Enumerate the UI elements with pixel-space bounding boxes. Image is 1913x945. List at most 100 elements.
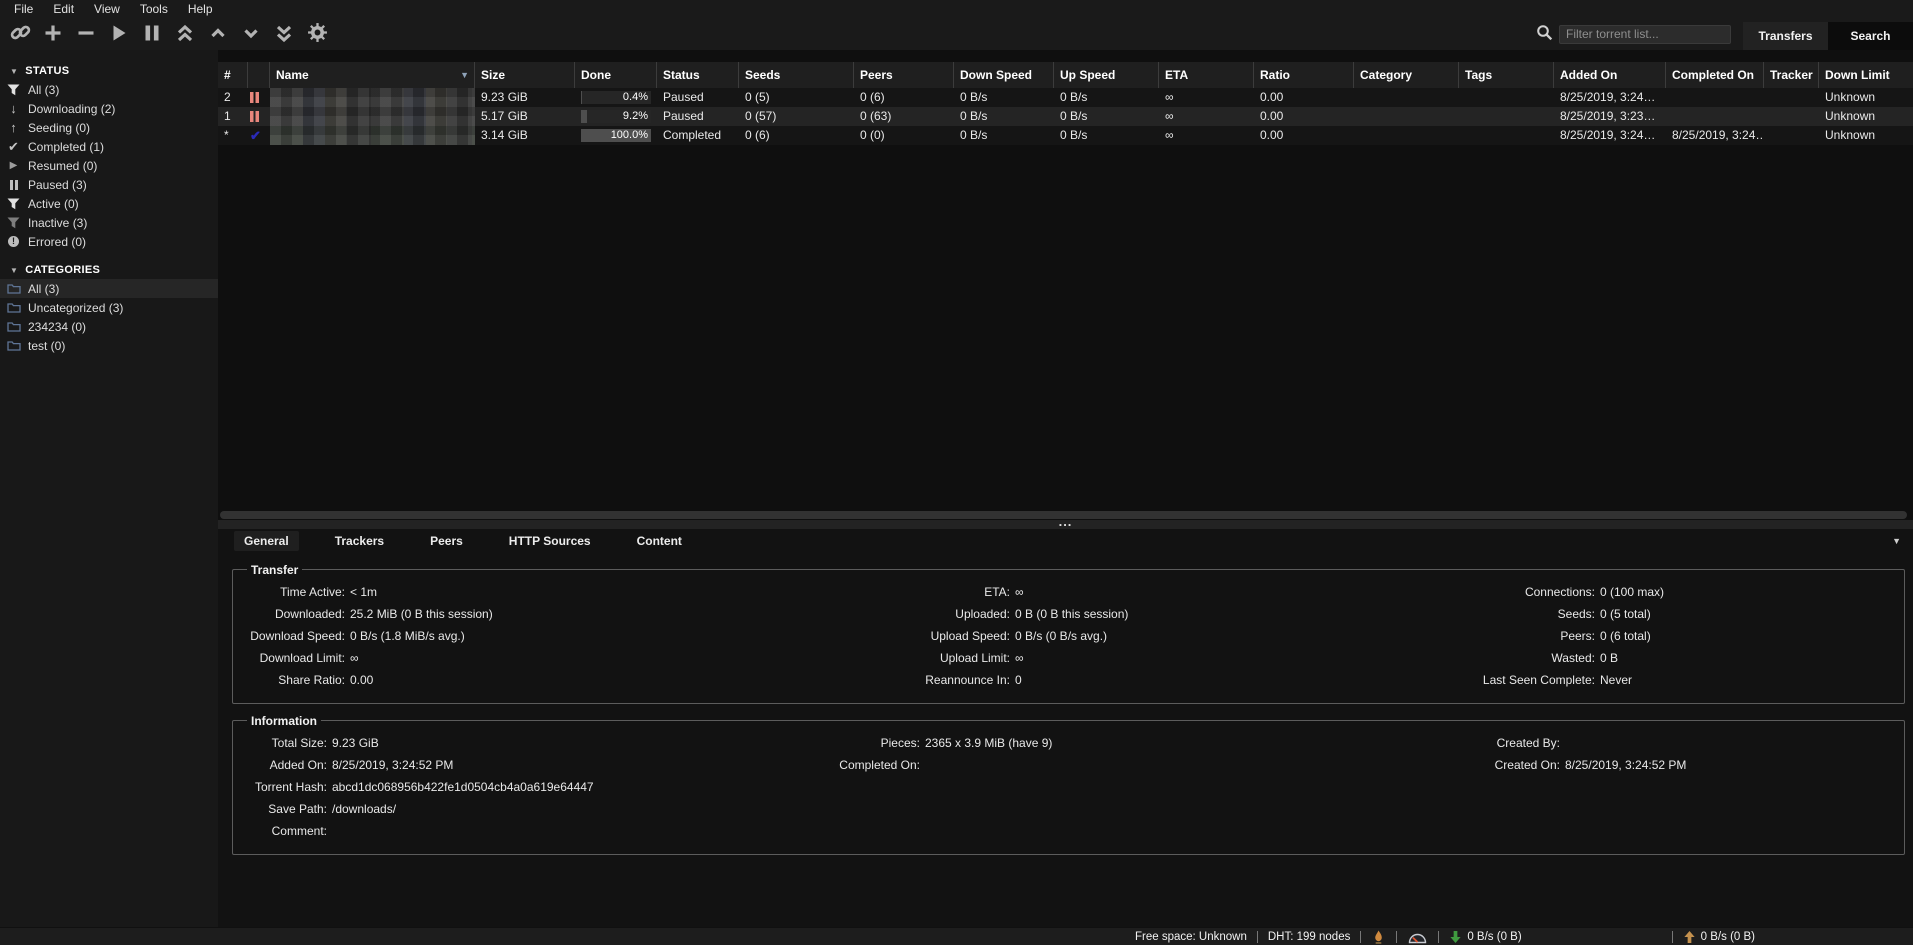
category-234234[interactable]: 234234 (0) bbox=[0, 317, 218, 336]
increase-priority-button[interactable] bbox=[206, 22, 230, 46]
tab-transfers[interactable]: Transfers bbox=[1743, 22, 1828, 50]
menu-help[interactable]: Help bbox=[178, 0, 223, 18]
category-test[interactable]: test (0) bbox=[0, 336, 218, 355]
done-cell: 9.2% bbox=[575, 107, 657, 126]
column-header-down-speed[interactable]: Down Speed bbox=[954, 62, 1054, 88]
pause-icon bbox=[6, 180, 21, 190]
menu-edit[interactable]: Edit bbox=[43, 0, 84, 18]
check-icon: ✔ bbox=[6, 140, 21, 153]
column-header-peers[interactable]: Peers bbox=[854, 62, 954, 88]
gear-icon bbox=[307, 22, 328, 46]
torrent-row[interactable]: * ✔ 3.14 GiB 100.0% Completed 0 (6) 0 (0… bbox=[218, 126, 1913, 145]
folder-icon bbox=[6, 340, 21, 351]
sidebar-item-completed[interactable]: ✔Completed (1) bbox=[0, 137, 218, 156]
torrent-name-cell bbox=[270, 88, 475, 107]
transfer-legend: Transfer bbox=[247, 563, 302, 577]
separator bbox=[1672, 931, 1673, 943]
sidebar-item-active[interactable]: Active (0) bbox=[0, 194, 218, 213]
sort-descending-icon: ▼ bbox=[460, 62, 469, 88]
toolbar: Transfers Search bbox=[0, 18, 1913, 50]
top-priority-button[interactable] bbox=[173, 22, 197, 46]
progress-bar: 9.2% bbox=[581, 110, 651, 123]
column-header-category[interactable]: Category bbox=[1354, 62, 1459, 88]
options-button[interactable] bbox=[305, 22, 329, 46]
pause-button[interactable] bbox=[140, 22, 164, 46]
resume-button[interactable] bbox=[107, 22, 131, 46]
tab-content[interactable]: Content bbox=[627, 531, 692, 551]
delete-torrent-button[interactable] bbox=[74, 22, 98, 46]
information-fieldset: Information Total Size:9.23 GiB Added On… bbox=[232, 714, 1905, 855]
censored-torrent-name bbox=[270, 107, 475, 126]
torrent-name-cell bbox=[270, 107, 475, 126]
column-header-name[interactable]: Name▼ bbox=[270, 62, 475, 88]
categories-section-header[interactable]: ▼CATEGORIES bbox=[0, 261, 218, 279]
sidebar-item-all[interactable]: All (3) bbox=[0, 80, 218, 99]
torrent-table-header: # Name▼ Size Done Status Seeds Peers Dow… bbox=[218, 62, 1913, 88]
tab-peers[interactable]: Peers bbox=[420, 531, 473, 551]
down-arrow-icon bbox=[1449, 930, 1462, 944]
column-header-completed-on[interactable]: Completed On bbox=[1666, 62, 1764, 88]
tab-trackers[interactable]: Trackers bbox=[325, 531, 394, 551]
decrease-priority-button[interactable] bbox=[239, 22, 263, 46]
torrent-row[interactable]: 1 5.17 GiB 9.2% Paused 0 (57) 0 (63) 0 B… bbox=[218, 107, 1913, 126]
filter-area bbox=[1536, 24, 1731, 44]
error-icon: ! bbox=[6, 236, 21, 247]
separator bbox=[1257, 931, 1258, 943]
sidebar-item-downloading[interactable]: ↓Downloading (2) bbox=[0, 99, 218, 118]
menu-view[interactable]: View bbox=[84, 0, 130, 18]
column-header-seeds[interactable]: Seeds bbox=[739, 62, 854, 88]
tab-general[interactable]: General bbox=[234, 531, 299, 551]
pause-icon bbox=[142, 23, 162, 46]
sidebar-item-paused[interactable]: Paused (3) bbox=[0, 175, 218, 194]
status-section-header[interactable]: ▼STATUS bbox=[0, 62, 218, 80]
alt-speed-limits-toggle[interactable] bbox=[1407, 930, 1428, 944]
sidebar-item-inactive[interactable]: Inactive (3) bbox=[0, 213, 218, 232]
menu-tools[interactable]: Tools bbox=[130, 0, 178, 18]
play-icon: ▶ bbox=[6, 159, 21, 172]
column-header-state[interactable] bbox=[248, 62, 270, 88]
column-header-done[interactable]: Done bbox=[575, 62, 657, 88]
separator bbox=[1438, 931, 1439, 943]
column-header-tracker[interactable]: Tracker bbox=[1764, 62, 1819, 88]
detail-tabbar: General Trackers Peers HTTP Sources Cont… bbox=[218, 529, 1913, 553]
filter-icon bbox=[6, 198, 21, 210]
column-header-tags[interactable]: Tags bbox=[1459, 62, 1554, 88]
add-torrent-file-button[interactable] bbox=[41, 22, 65, 46]
folder-icon bbox=[6, 283, 21, 294]
tab-search[interactable]: Search bbox=[1828, 22, 1913, 50]
menu-file[interactable]: File bbox=[4, 0, 43, 18]
filter-icon bbox=[6, 84, 21, 96]
torrent-name-cell bbox=[270, 126, 475, 145]
sidebar-item-resumed[interactable]: ▶Resumed (0) bbox=[0, 156, 218, 175]
add-torrent-link-button[interactable] bbox=[8, 22, 32, 46]
sidebar-item-seeding[interactable]: ↑Seeding (0) bbox=[0, 118, 218, 137]
column-header-size[interactable]: Size bbox=[475, 62, 575, 88]
bottom-priority-button[interactable] bbox=[272, 22, 296, 46]
view-tabs: Transfers Search bbox=[1743, 22, 1913, 50]
minus-icon bbox=[76, 23, 96, 46]
category-uncategorized[interactable]: Uncategorized (3) bbox=[0, 298, 218, 317]
column-header-eta[interactable]: ETA bbox=[1159, 62, 1254, 88]
double-chevron-up-icon bbox=[175, 23, 195, 46]
column-header-up-speed[interactable]: Up Speed bbox=[1054, 62, 1159, 88]
information-legend: Information bbox=[247, 714, 321, 728]
column-header-number[interactable]: # bbox=[218, 62, 248, 88]
column-header-status[interactable]: Status bbox=[657, 62, 739, 88]
tab-http-sources[interactable]: HTTP Sources bbox=[499, 531, 601, 551]
category-all[interactable]: All (3) bbox=[0, 279, 218, 298]
transfer-fieldset: Transfer Time Active:< 1m Downloaded:25.… bbox=[232, 563, 1905, 704]
panel-splitter[interactable]: ... bbox=[218, 520, 1913, 529]
censored-torrent-name bbox=[270, 88, 475, 107]
double-chevron-down-icon bbox=[274, 23, 294, 46]
chevron-down-icon bbox=[241, 23, 261, 46]
torrent-filter-input[interactable] bbox=[1559, 25, 1731, 44]
column-header-down-limit[interactable]: Down Limit bbox=[1819, 62, 1913, 88]
filter-dim-icon bbox=[6, 217, 21, 229]
torrent-row[interactable]: 2 9.23 GiB 0.4% Paused 0 (5) 0 (6) 0 B/s… bbox=[218, 88, 1913, 107]
plus-icon bbox=[43, 23, 63, 46]
collapse-panel-icon[interactable]: ▼ bbox=[1892, 536, 1901, 546]
up-arrow-icon bbox=[1683, 930, 1696, 944]
column-header-added-on[interactable]: Added On bbox=[1554, 62, 1666, 88]
column-header-ratio[interactable]: Ratio bbox=[1254, 62, 1354, 88]
sidebar-item-errored[interactable]: !Errored (0) bbox=[0, 232, 218, 251]
